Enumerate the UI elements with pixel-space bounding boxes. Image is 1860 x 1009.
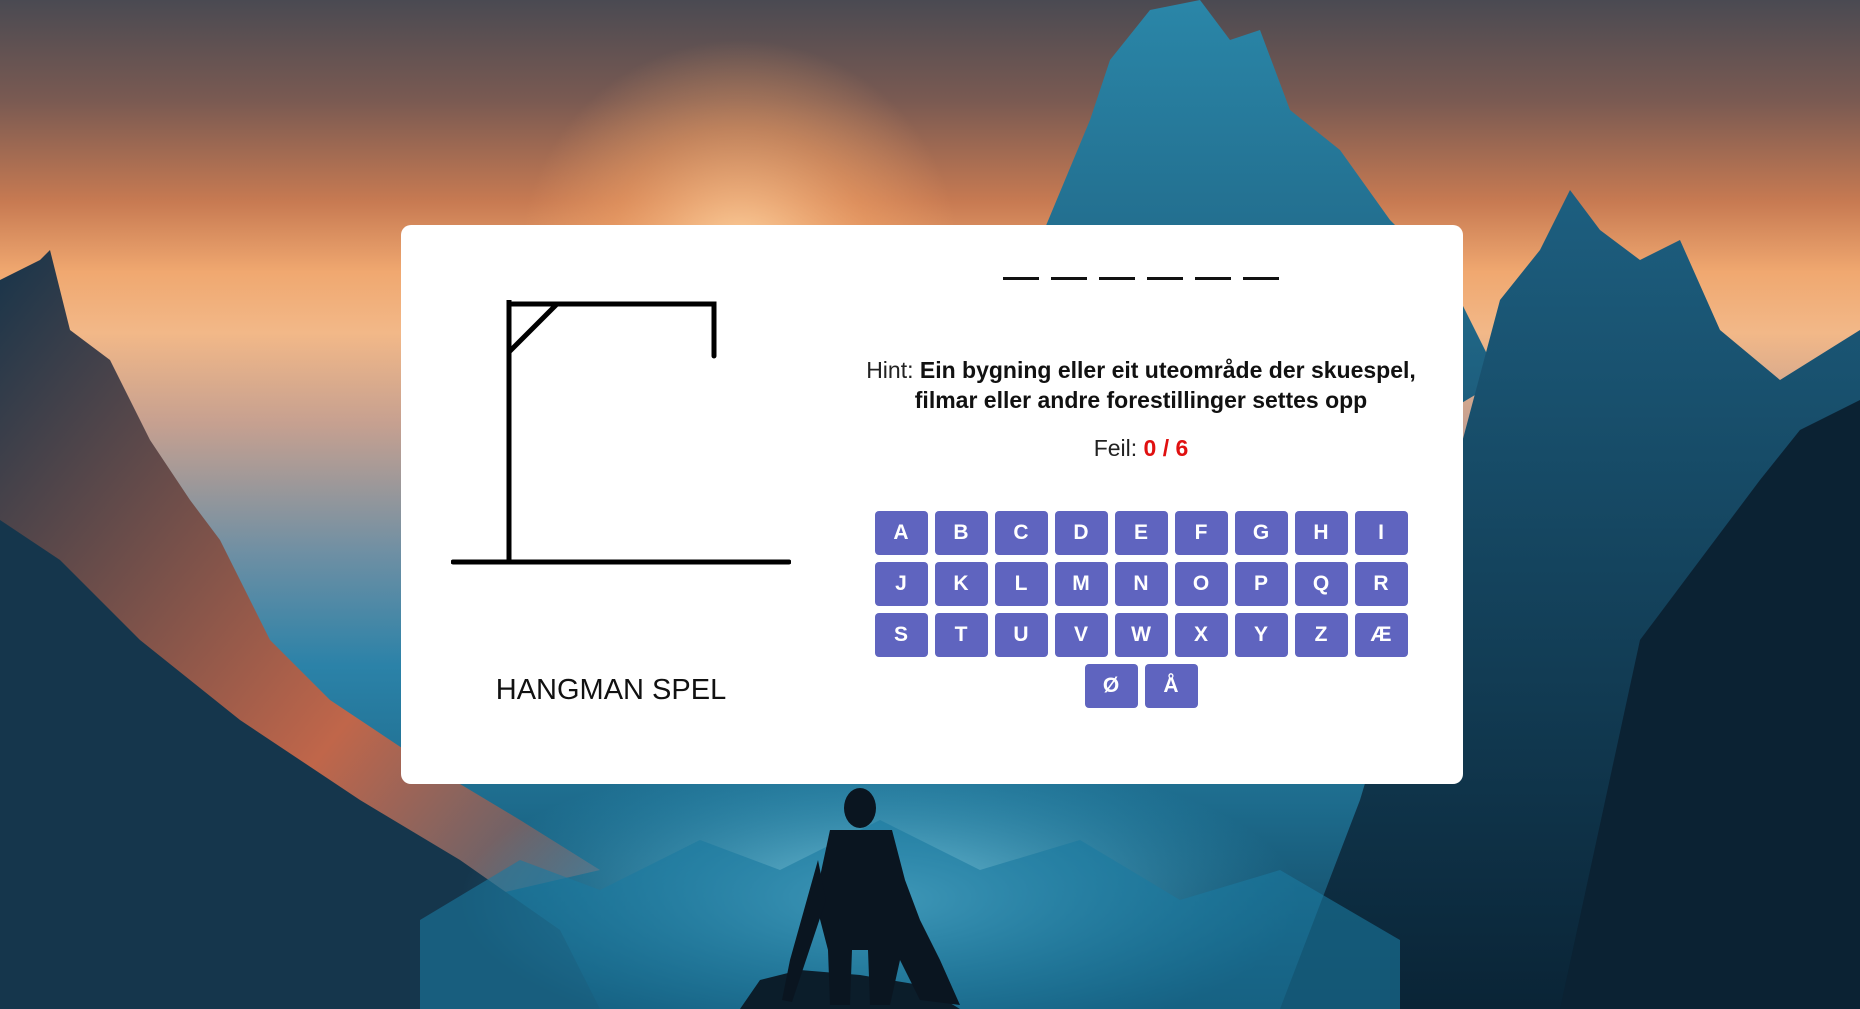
- letter-key[interactable]: Z: [1294, 613, 1348, 657]
- game-card: HANGMAN SPEL Hint: Ein bygning eller eit…: [401, 225, 1463, 784]
- letter-key[interactable]: U: [994, 613, 1048, 657]
- letter-key[interactable]: J: [874, 562, 928, 606]
- letter-key[interactable]: Ø: [1084, 664, 1138, 708]
- letter-slot: [1003, 277, 1039, 280]
- keyboard-row: JKLMNOPQR: [874, 562, 1408, 606]
- letter-key[interactable]: G: [1234, 511, 1288, 555]
- letter-key[interactable]: W: [1114, 613, 1168, 657]
- letter-key[interactable]: M: [1054, 562, 1108, 606]
- errors-label: Feil:: [1093, 435, 1138, 461]
- letter-key[interactable]: F: [1174, 511, 1228, 555]
- letter-key[interactable]: S: [874, 613, 928, 657]
- hidden-word: [841, 277, 1441, 280]
- letter-slot: [1051, 277, 1087, 280]
- letter-key[interactable]: B: [934, 511, 988, 555]
- hint: Hint: Ein bygning eller eit uteområde de…: [841, 355, 1441, 415]
- letter-key[interactable]: C: [994, 511, 1048, 555]
- letter-key[interactable]: P: [1234, 562, 1288, 606]
- letter-key[interactable]: V: [1054, 613, 1108, 657]
- keyboard-row: STUVWXYZÆ: [874, 613, 1408, 657]
- letter-slot: [1147, 277, 1183, 280]
- errors-count: 0 / 6: [1143, 435, 1189, 461]
- letter-key[interactable]: K: [934, 562, 988, 606]
- hint-text: Ein bygning eller eit uteområde der skue…: [914, 357, 1416, 413]
- letter-key[interactable]: O: [1174, 562, 1228, 606]
- letter-key[interactable]: A: [874, 511, 928, 555]
- letter-slot: [1243, 277, 1279, 280]
- letter-key[interactable]: X: [1174, 613, 1228, 657]
- gallows-drawing: [450, 299, 792, 590]
- letter-key[interactable]: I: [1354, 511, 1408, 555]
- letter-key[interactable]: N: [1114, 562, 1168, 606]
- letter-key[interactable]: Å: [1144, 664, 1198, 708]
- letter-key[interactable]: E: [1114, 511, 1168, 555]
- letter-key[interactable]: Y: [1234, 613, 1288, 657]
- letter-key[interactable]: Q: [1294, 562, 1348, 606]
- letter-key[interactable]: Æ: [1354, 613, 1408, 657]
- game-title: HANGMAN SPEL: [495, 674, 727, 706]
- letter-key[interactable]: H: [1294, 511, 1348, 555]
- keyboard-row: ØÅ: [1084, 664, 1198, 708]
- letter-key[interactable]: R: [1354, 562, 1408, 606]
- letter-keyboard: ABCDEFGHI JKLMNOPQR STUVWXYZÆ ØÅ: [841, 511, 1441, 708]
- hint-label: Hint:: [866, 357, 914, 383]
- gallows-brace: [507, 302, 559, 354]
- letter-key[interactable]: D: [1054, 511, 1108, 555]
- game-panel: Hint: Ein bygning eller eit uteområde de…: [841, 225, 1441, 784]
- letter-slot: [1195, 277, 1231, 280]
- letter-key[interactable]: T: [934, 613, 988, 657]
- letter-slot: [1099, 277, 1135, 280]
- letter-key[interactable]: L: [994, 562, 1048, 606]
- keyboard-row: ABCDEFGHI: [874, 511, 1408, 555]
- error-counter: Feil: 0 / 6: [841, 435, 1441, 462]
